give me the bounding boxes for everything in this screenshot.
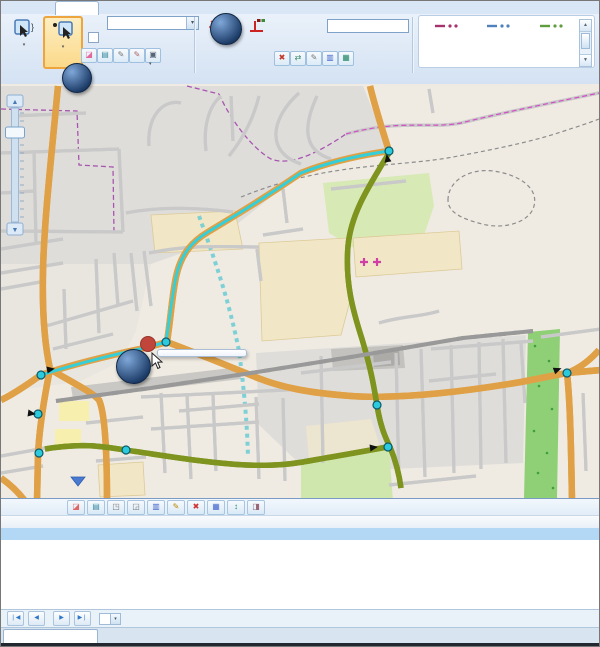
page-number-select[interactable]: ▾ [99,613,121,625]
zoom-slider-track[interactable] [12,108,19,222]
select-edit-icon[interactable]: ◳ [107,500,125,515]
export-icon[interactable]: ◨ [247,500,265,515]
sort-icon[interactable]: ↕ [227,500,245,515]
tab-edit[interactable] [55,1,99,15]
clear-selection-icon[interactable]: ◪ [81,48,97,63]
delete-event-icon[interactable]: ✖ [274,51,290,66]
map-tooltip [157,349,247,357]
previous-page-button[interactable]: ◀ [28,611,45,626]
svg-text:}: } [31,22,34,32]
merge-events-icon[interactable]: ⇄ [290,51,306,66]
tab-event-attributes[interactable] [3,629,98,644]
ribbon-divider [412,17,414,73]
attribute-table-icon[interactable]: ▤ [97,48,113,63]
realign-route-button[interactable] [426,20,470,64]
line-events-icon [246,17,266,37]
attribute-set-dropdown[interactable] [327,19,409,33]
table-icon[interactable]: ▦ [207,500,225,515]
table-toolbar: ◪ ▤ ◳ ◲ ▥ ✎ ✖ ▦ ↕ ◨ [1,499,600,515]
create-route-button[interactable] [530,20,576,64]
select-edit-alt-icon[interactable]: ✎ [129,48,145,63]
ribbon-divider [194,17,196,73]
select-dropdown-caret-icon[interactable]: ▾ [7,43,41,47]
scrollbar-thumb[interactable] [581,33,590,49]
layer-dropdown[interactable]: ▾ [107,16,199,30]
eraser-icon[interactable]: ◪ [67,500,85,515]
callout-badge-3 [116,349,151,384]
first-page-button[interactable]: ❘◀ [7,611,24,626]
ribbon-tab-bar [1,1,600,14]
point-tool-icon [51,20,75,42]
line-events-button[interactable] [239,17,273,71]
ribbon-scrollbar[interactable]: ▲ ▼ [579,19,592,67]
edit-icon[interactable]: ✎ [167,500,185,515]
table-row[interactable] [1,528,600,540]
select-tool-icon: } [12,18,36,40]
point-dropdown-caret-icon[interactable]: ▾ [45,45,81,49]
layer-dropdown-arrow-icon[interactable]: ▾ [186,17,198,29]
attribute-table-icon[interactable]: ▤ [87,500,105,515]
next-page-button[interactable]: ▶ [53,611,70,626]
callout-badge-2 [62,63,92,93]
window-edge [1,643,600,647]
zoom-slider-handle[interactable] [6,127,25,138]
create-route-icon [538,22,568,30]
map-canvas[interactable]: ▲ ▼ [1,84,600,498]
realign-route-icon [433,22,463,30]
bottom-tab-bar [1,627,600,644]
realign-overlapping-button[interactable] [472,20,528,64]
event-editor-window: } ▾ ▾ ▾ ◪ ▤ ✎ ✎ ▣ ▾ [0,0,600,647]
selectable-layers-icon[interactable]: ▣ [145,48,161,63]
zoom-in-icon: ▲ [12,99,19,106]
map-viewport[interactable]: ▲ ▼ [1,84,600,498]
select-button[interactable]: } ▾ [7,18,41,68]
callout-badge-1 [210,13,242,45]
redline-routes-panel [418,15,595,68]
selection-more-caret-icon[interactable]: ▾ [149,61,152,67]
edit-event-icon[interactable]: ✎ [306,51,322,66]
scroll-down-icon[interactable]: ▼ [580,54,591,66]
tab-map[interactable] [17,1,53,14]
page-select-arrow-icon[interactable]: ▾ [110,614,120,624]
selected-point-marker[interactable] [141,337,156,352]
pagination-bar: ❘◀ ◀ ▶ ▶❘ ▾ [1,609,600,627]
return-attribute-set-checkbox[interactable] [88,32,99,43]
realign-overlapping-icon [485,22,515,30]
select-edit2-icon[interactable]: ◲ [127,500,145,515]
attribute-table-panel: ◪ ▤ ◳ ◲ ▥ ✎ ✖ ▦ ↕ ◨ [1,498,600,609]
event-grid-icon[interactable]: ▦ [338,51,354,66]
zoom-out-icon: ▼ [12,227,19,234]
select-edit-icon[interactable]: ✎ [113,48,129,63]
delete-icon[interactable]: ✖ [187,500,205,515]
event-form-icon[interactable]: ▥ [322,51,338,66]
tab-review[interactable] [103,1,157,14]
mouse-cursor-icon [150,352,164,370]
point-button[interactable]: ▾ [43,16,83,69]
save-icon[interactable]: ▥ [147,500,165,515]
scroll-up-icon[interactable]: ▲ [580,20,591,32]
last-page-button[interactable]: ▶❘ [74,611,91,626]
